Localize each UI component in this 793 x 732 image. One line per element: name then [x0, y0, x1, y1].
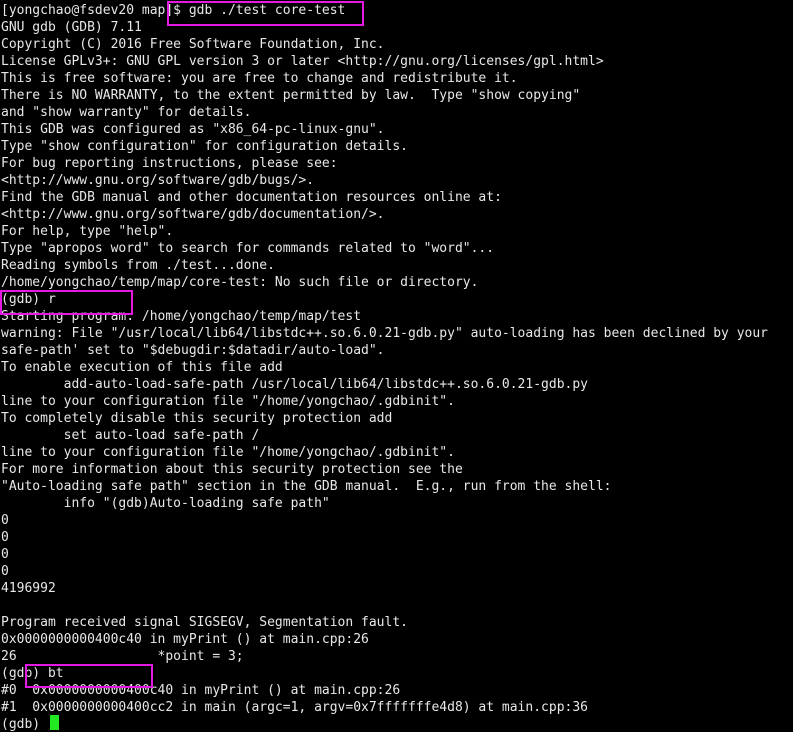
terminal-output-buffer: [yongchao@fsdev20 map]$ gdb ./test core-…	[1, 2, 768, 732]
terminal-cursor	[50, 715, 59, 730]
terminal-line: set auto-load safe-path /	[1, 428, 260, 443]
terminal-line: 0x0000000000400c40 in myPrint () at main…	[1, 632, 369, 647]
terminal-line: To enable execution of this file add	[1, 360, 283, 375]
terminal-line: 0	[1, 547, 9, 562]
terminal-line: (gdb)	[1, 717, 48, 732]
terminal-window[interactable]: [yongchao@fsdev20 map]$ gdb ./test core-…	[0, 0, 793, 732]
terminal-line: For help, type "help".	[1, 224, 174, 239]
terminal-line: [yongchao@fsdev20 map]$ gdb ./test core-…	[1, 3, 346, 18]
terminal-line: line to your configuration file "/home/y…	[1, 445, 455, 460]
terminal-line: line to your configuration file "/home/y…	[1, 394, 455, 409]
terminal-line: For more information about this security…	[1, 462, 463, 477]
terminal-line: For bug reporting instructions, please s…	[1, 156, 338, 171]
terminal-line: Type "show configuration" for configurat…	[1, 139, 408, 154]
terminal-line: #0 0x0000000000400c40 in myPrint () at m…	[1, 683, 401, 698]
terminal-line: There is NO WARRANTY, to the extent perm…	[1, 88, 581, 103]
terminal-line: 4196992	[1, 581, 56, 596]
terminal-line: Starting program: /home/yongchao/temp/ma…	[1, 309, 362, 324]
terminal-line: 0	[1, 530, 9, 545]
terminal-line: Reading symbols from ./test...done.	[1, 258, 275, 273]
terminal-line: This GDB was configured as "x86_64-pc-li…	[1, 122, 385, 137]
terminal-line: #1 0x0000000000400cc2 in main (argc=1, a…	[1, 700, 588, 715]
terminal-line: warning: File "/usr/local/lib64/libstdc+…	[1, 326, 769, 341]
terminal-line: info "(gdb)Auto-loading safe path"	[1, 496, 330, 511]
terminal-line: <http://www.gnu.org/software/gdb/documen…	[1, 207, 385, 222]
terminal-line: /home/yongchao/temp/map/core-test: No su…	[1, 275, 479, 290]
terminal-line: (gdb) r	[1, 292, 56, 307]
terminal-line: GNU gdb (GDB) 7.11	[1, 20, 142, 35]
terminal-line: 0	[1, 564, 9, 579]
terminal-line: and "show warranty" for details.	[1, 105, 252, 120]
terminal-line: 26 *point = 3;	[1, 649, 244, 664]
terminal-line: "Auto-loading safe path" section in the …	[1, 479, 612, 494]
terminal-line: To completely disable this security prot…	[1, 411, 393, 426]
terminal-line: This is free software: you are free to c…	[1, 71, 518, 86]
terminal-line: Program received signal SIGSEGV, Segment…	[1, 615, 408, 630]
terminal-line: 0	[1, 513, 9, 528]
terminal-line: add-auto-load-safe-path /usr/local/lib64…	[1, 377, 588, 392]
terminal-line: <http://www.gnu.org/software/gdb/bugs/>.	[1, 173, 315, 188]
terminal-line: Find the GDB manual and other documentat…	[1, 190, 502, 205]
terminal-line: (gdb) bt	[1, 666, 64, 681]
terminal-line: Copyright (C) 2016 Free Software Foundat…	[1, 37, 385, 52]
terminal-line: Type "apropos word" to search for comman…	[1, 241, 495, 256]
terminal-line: License GPLv3+: GNU GPL version 3 or lat…	[1, 54, 604, 69]
terminal-line: safe-path' set to "$debugdir:$datadir/au…	[1, 343, 385, 358]
